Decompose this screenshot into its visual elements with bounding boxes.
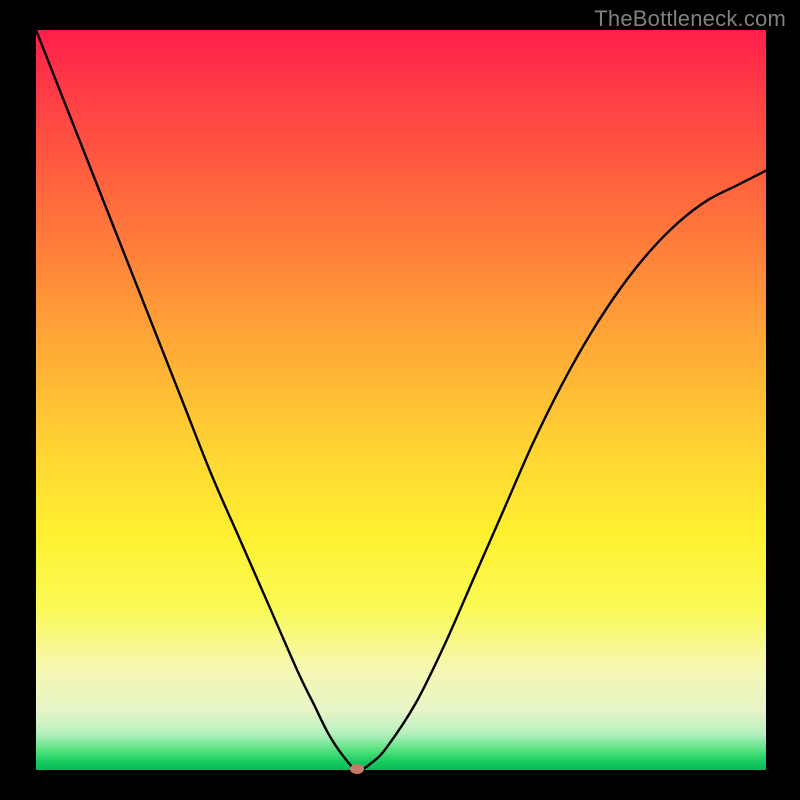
chart-frame: TheBottleneck.com <box>0 0 800 800</box>
watermark-text: TheBottleneck.com <box>594 6 786 32</box>
bottleneck-curve <box>36 30 766 770</box>
plot-area <box>36 30 766 770</box>
optimal-point-marker <box>350 764 364 774</box>
